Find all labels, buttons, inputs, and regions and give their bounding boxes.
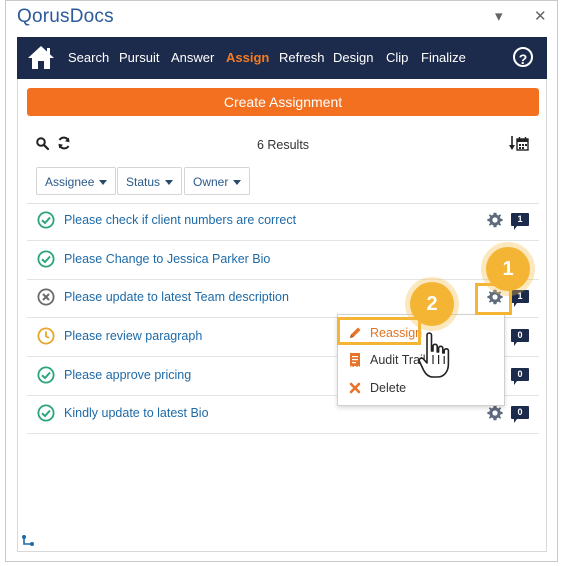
home-icon[interactable]	[27, 43, 55, 71]
nav-refresh[interactable]: Refresh	[279, 50, 325, 65]
check-circle-icon	[37, 211, 55, 229]
app-title: QorusDocs	[17, 6, 114, 27]
step-callout-1: 1	[486, 247, 530, 291]
pin-dropdown-button[interactable]: ▾	[495, 7, 503, 25]
delete-x-icon	[349, 382, 361, 394]
nav-finalize[interactable]: Finalize	[421, 50, 466, 65]
hand-pointer-icon	[418, 332, 450, 378]
gear-icon[interactable]	[487, 405, 503, 421]
comment-count-badge[interactable]: 1	[511, 290, 529, 307]
task-row[interactable]: Please update to latest Team description…	[27, 279, 539, 318]
create-assignment-button[interactable]: Create Assignment	[27, 88, 539, 116]
task-title[interactable]: Kindly update to latest Bio	[64, 406, 209, 420]
reassign-highlight	[337, 317, 421, 345]
close-button[interactable]: ✕	[534, 7, 547, 25]
check-circle-icon	[37, 250, 55, 268]
task-title[interactable]: Please approve pricing	[64, 368, 191, 382]
comment-count-badge[interactable]: 0	[511, 329, 529, 346]
owner-filter[interactable]: Owner	[184, 167, 251, 195]
results-count: 6 Results	[256, 138, 310, 152]
comment-count-badge[interactable]: 0	[511, 406, 529, 423]
status-filter-label: Status	[126, 175, 161, 189]
help-icon[interactable]: ?	[513, 47, 533, 67]
gear-icon[interactable]	[487, 212, 503, 228]
status-filter[interactable]: Status	[117, 167, 183, 195]
caret-down-icon	[165, 180, 174, 186]
top-navigation: Search Pursuit Answer Assign Refresh Des…	[17, 37, 547, 79]
sort-by-date-icon[interactable]	[509, 135, 529, 151]
caret-down-icon	[99, 180, 108, 186]
assignee-filter[interactable]: Assignee	[36, 167, 117, 195]
results-toolbar: 6 Results	[27, 130, 539, 160]
x-circle-icon	[37, 288, 55, 306]
receipt-icon	[350, 353, 360, 367]
delete-label: Delete	[370, 381, 407, 395]
task-row[interactable]: Please Change to Jessica Parker Bio	[27, 241, 539, 280]
task-title[interactable]: Please Change to Jessica Parker Bio	[64, 252, 270, 266]
task-title[interactable]: Please update to latest Team description	[64, 290, 289, 304]
filter-bar: Assignee Status Owner	[27, 167, 539, 204]
task-title[interactable]: Please review paragraph	[64, 329, 202, 343]
task-row[interactable]: Please check if client numbers are corre…	[27, 202, 539, 241]
comment-count-badge[interactable]: 0	[511, 368, 529, 385]
comment-count-badge[interactable]: 1	[511, 213, 529, 230]
nav-answer[interactable]: Answer	[171, 50, 214, 65]
title-bar: QorusDocs ▾ ✕	[15, 0, 555, 34]
workflow-icon[interactable]	[21, 534, 35, 548]
clock-icon	[37, 327, 55, 345]
step-callout-2: 2	[410, 282, 454, 326]
nav-design[interactable]: Design	[333, 50, 373, 65]
task-title[interactable]: Please check if client numbers are corre…	[64, 213, 296, 227]
check-circle-icon	[37, 404, 55, 422]
caret-down-icon	[233, 180, 242, 186]
assignee-filter-label: Assignee	[45, 175, 95, 189]
nav-assign[interactable]: Assign	[226, 50, 269, 65]
nav-search[interactable]: Search	[68, 50, 109, 65]
check-circle-icon	[37, 366, 55, 384]
nav-pursuit[interactable]: Pursuit	[119, 50, 159, 65]
nav-clip[interactable]: Clip	[386, 50, 408, 65]
owner-filter-label: Owner	[193, 175, 229, 189]
